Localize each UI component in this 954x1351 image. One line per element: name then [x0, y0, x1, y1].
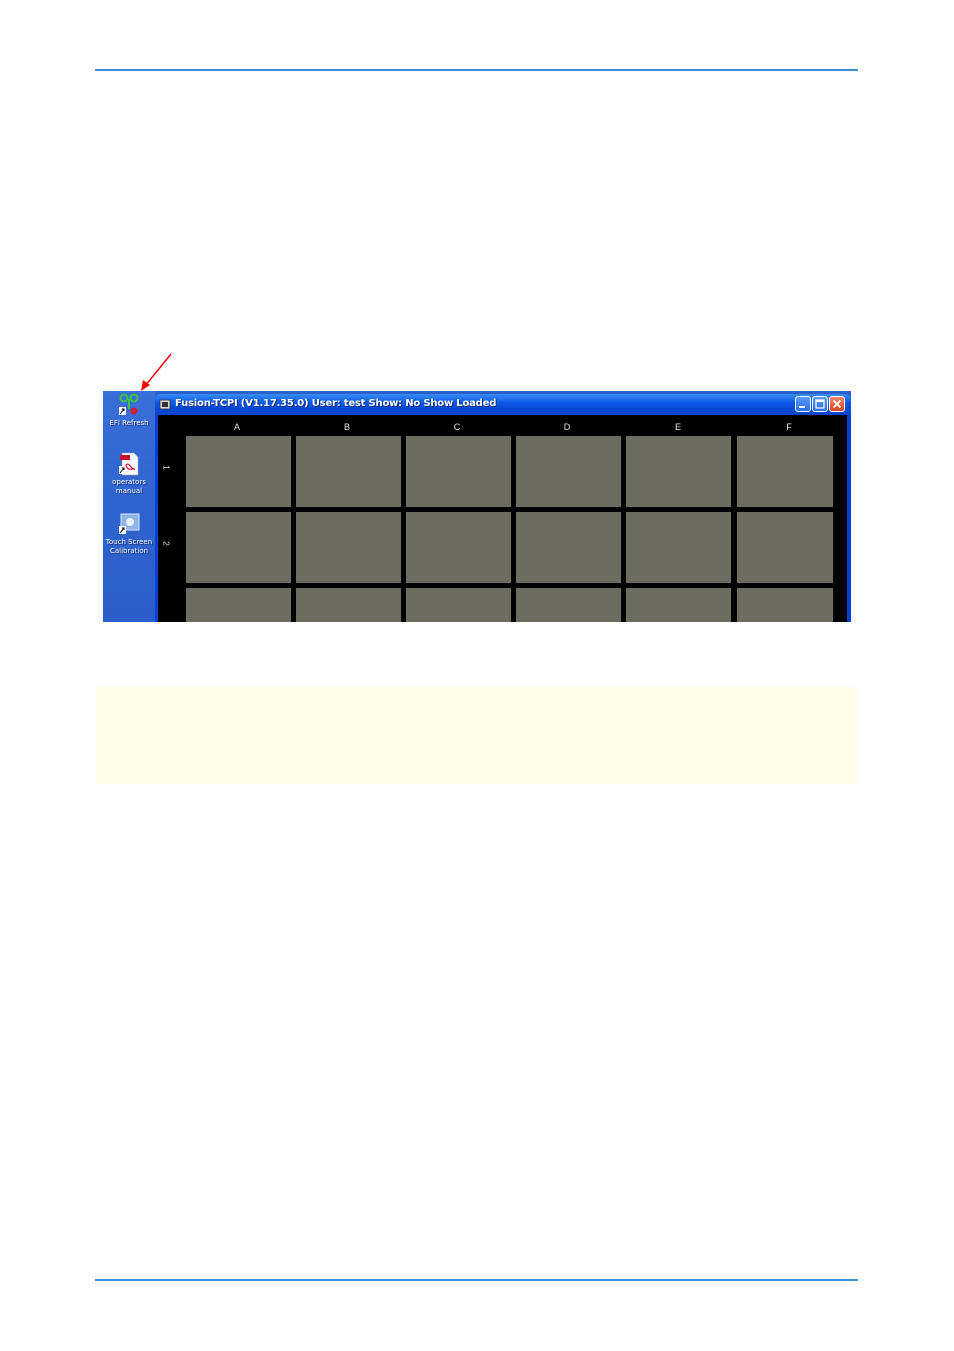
touch-calibration-icon: [119, 513, 140, 534]
pdf-icon: [119, 452, 139, 476]
column-header: B: [343, 422, 350, 432]
column-header: F: [786, 422, 792, 432]
cue-tile[interactable]: [737, 588, 833, 622]
cue-tile[interactable]: [186, 512, 291, 583]
cue-tile[interactable]: [626, 512, 731, 583]
row-header: 1: [161, 465, 171, 470]
column-header: D: [563, 422, 571, 432]
minimize-icon: [799, 406, 805, 408]
cue-tile[interactable]: [406, 436, 511, 507]
cue-tile[interactable]: [186, 436, 291, 507]
cue-grid: A B C D E F 1 2: [158, 415, 847, 622]
cue-tile[interactable]: [516, 512, 621, 583]
window-title: Fusion-TCPI (V1.17.35.0) User: test Show…: [175, 398, 497, 409]
desktop-icon-operators-manual[interactable]: operators manual: [103, 452, 155, 496]
maximize-button[interactable]: [812, 396, 828, 412]
cue-tile[interactable]: [296, 436, 401, 507]
desktop-icon-efi-refresh[interactable]: EFI Refresh: [103, 393, 155, 428]
cue-tile[interactable]: [737, 512, 833, 583]
row-header: 2: [161, 541, 171, 546]
cue-tile[interactable]: [406, 512, 511, 583]
close-button[interactable]: [829, 396, 845, 412]
desktop-icon-touch-screen-calibration[interactable]: Touch Screen Calibration: [103, 512, 155, 556]
maximize-icon: [815, 399, 825, 409]
cue-tile[interactable]: [406, 588, 511, 622]
header-rule: [95, 69, 858, 71]
app-icon: [159, 399, 171, 410]
cue-tile[interactable]: [516, 588, 621, 622]
footer-rule: [95, 1279, 858, 1281]
cue-tile[interactable]: [737, 436, 833, 507]
cue-tile[interactable]: [296, 588, 401, 622]
desktop-icon-label: operators manual: [112, 478, 146, 495]
note-box: [96, 687, 857, 784]
column-header: E: [674, 422, 681, 432]
column-header: C: [453, 422, 461, 432]
screenshot: EFI Refresh operators manual Touch Scree…: [103, 391, 851, 622]
title-bar[interactable]: Fusion-TCPI (V1.17.35.0) User: test Show…: [155, 394, 851, 415]
cue-tile[interactable]: [516, 436, 621, 507]
column-header: A: [233, 422, 240, 432]
desktop: EFI Refresh operators manual Touch Scree…: [103, 391, 155, 622]
desktop-icon-label: Touch Screen Calibration: [105, 538, 153, 555]
cue-tile[interactable]: [186, 588, 291, 622]
cue-tile[interactable]: [296, 512, 401, 583]
pointer-arrow: [141, 353, 172, 391]
cue-tile[interactable]: [626, 436, 731, 507]
app-window: Fusion-TCPI (V1.17.35.0) User: test Show…: [155, 394, 851, 622]
close-icon: [832, 399, 842, 409]
desktop-icon-label: EFI Refresh: [109, 419, 149, 427]
efi-refresh-icon: [119, 393, 139, 415]
cue-tile[interactable]: [626, 588, 731, 622]
minimize-button[interactable]: [795, 396, 811, 412]
